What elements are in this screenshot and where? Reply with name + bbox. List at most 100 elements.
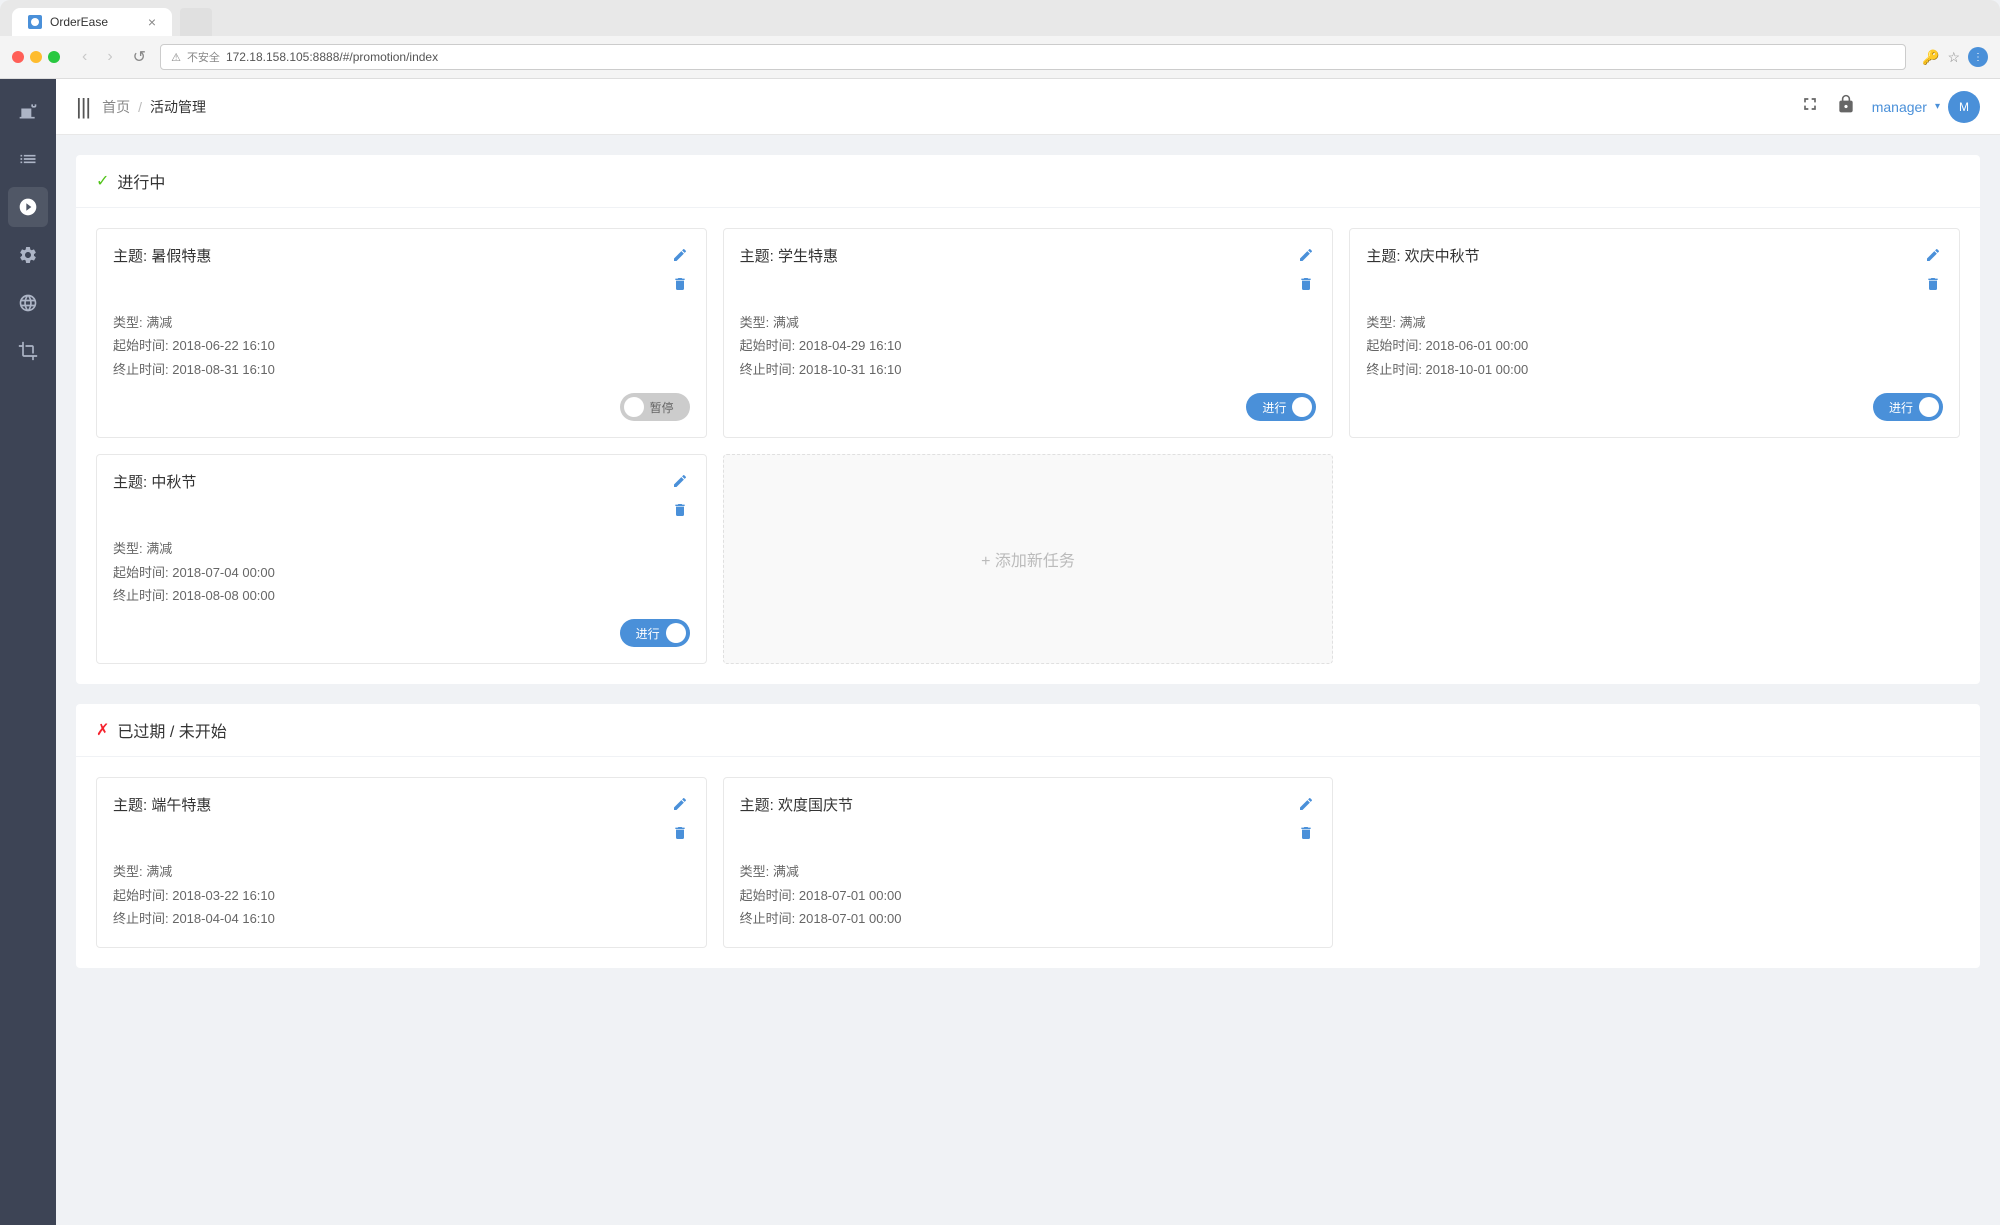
- card-dragon-boat-edit-button[interactable]: [670, 794, 690, 819]
- toggle-circle: [624, 397, 644, 417]
- lock-icon[interactable]: [1836, 94, 1856, 119]
- traffic-lights: [12, 51, 60, 63]
- key-icon[interactable]: 🔑: [1922, 49, 1939, 66]
- browser-tabs: OrderEase ×: [12, 8, 1988, 36]
- card-summer-sale-type: 类型: 满减: [113, 311, 690, 334]
- tab-favicon: [28, 15, 42, 29]
- breadcrumb-separator: /: [138, 99, 142, 115]
- card-dragon-boat: 主题: 端午特惠: [96, 777, 707, 947]
- sidebar-icon-globe[interactable]: [8, 283, 48, 323]
- card-mid-autumn2-toggle[interactable]: 进行: [620, 619, 690, 647]
- active-cards-grid: 主题: 暑假特惠: [96, 228, 1960, 664]
- card-student-sale-start: 起始时间: 2018-04-29 16:10: [740, 334, 1317, 357]
- card-student-sale-header: 主题: 学生特惠: [740, 245, 1317, 299]
- topbar-right: manager ▾ M: [1800, 91, 1980, 123]
- browser-actions: 🔑 ☆ ⋮: [1922, 47, 1988, 67]
- card-mid-autumn-title: 主题: 欢庆中秋节: [1366, 245, 1479, 266]
- card-national-day-type: 类型: 满减: [740, 860, 1317, 883]
- address-bar[interactable]: ⚠ 不安全 172.18.158.105:8888/#/promotion/in…: [160, 44, 1906, 70]
- sidebar: [0, 79, 56, 1225]
- card-mid-autumn-edit-button[interactable]: [1923, 245, 1943, 270]
- traffic-light-green[interactable]: [48, 51, 60, 63]
- sidebar-icon-coffee[interactable]: [8, 91, 48, 131]
- card-mid-autumn2-type: 类型: 满减: [113, 537, 690, 560]
- traffic-light-red[interactable]: [12, 51, 24, 63]
- card-dragon-boat-delete-button[interactable]: [670, 823, 690, 848]
- breadcrumb-current: 活动管理: [150, 97, 206, 117]
- forward-button[interactable]: ›: [101, 46, 118, 68]
- refresh-button[interactable]: ↺: [127, 45, 152, 69]
- card-mid-autumn-header: 主题: 欢庆中秋节: [1366, 245, 1943, 299]
- add-task-label: + 添加新任务: [981, 547, 1075, 571]
- tab-close-button[interactable]: ×: [148, 14, 156, 30]
- toggle-circle: [1292, 397, 1312, 417]
- active-section-title: 进行中: [117, 169, 165, 193]
- card-national-day-end: 终止时间: 2018-07-01 00:00: [740, 907, 1317, 930]
- card-student-sale-delete-button[interactable]: [1296, 274, 1316, 299]
- card-summer-sale-actions: [670, 245, 690, 299]
- card-national-day-edit-button[interactable]: [1296, 794, 1316, 819]
- card-mid-autumn-info: 类型: 满减 起始时间: 2018-06-01 00:00 终止时间: 2018…: [1366, 311, 1943, 381]
- insecure-label: 不安全: [187, 49, 220, 65]
- card-summer-sale: 主题: 暑假特惠: [96, 228, 707, 438]
- card-mid-autumn2-delete-button[interactable]: [670, 500, 690, 525]
- sidebar-icon-list[interactable]: [8, 139, 48, 179]
- card-dragon-boat-info: 类型: 满减 起始时间: 2018-03-22 16:10 终止时间: 2018…: [113, 860, 690, 930]
- sidebar-icon-promotion[interactable]: [8, 187, 48, 227]
- expired-section: ✗ 已过期 / 未开始 主题: 端午特惠: [76, 704, 1980, 967]
- card-mid-autumn2-edit-button[interactable]: [670, 471, 690, 496]
- active-section-body: 主题: 暑假特惠: [76, 208, 1980, 684]
- card-national-day-header: 主题: 欢度国庆节: [740, 794, 1317, 848]
- card-summer-sale-info: 类型: 满减 起始时间: 2018-06-22 16:10 终止时间: 2018…: [113, 311, 690, 381]
- card-mid-autumn2-actions: [670, 471, 690, 525]
- breadcrumb-home[interactable]: 首页: [102, 97, 130, 117]
- card-summer-sale-start: 起始时间: 2018-06-22 16:10: [113, 334, 690, 357]
- card-national-day-info: 类型: 满减 起始时间: 2018-07-01 00:00 终止时间: 2018…: [740, 860, 1317, 930]
- card-national-day-actions: [1296, 794, 1316, 848]
- expired-section-header: ✗ 已过期 / 未开始: [76, 704, 1980, 757]
- card-student-sale-toggle[interactable]: 进行: [1246, 393, 1316, 421]
- card-national-day: 主题: 欢度国庆节: [723, 777, 1334, 947]
- new-tab-button[interactable]: [180, 8, 212, 36]
- card-summer-sale-edit-button[interactable]: [670, 245, 690, 270]
- card-summer-sale-end: 终止时间: 2018-08-31 16:10: [113, 358, 690, 381]
- active-indicator: ✓: [96, 171, 109, 191]
- app-container: ||| 首页 / 活动管理 manager ▾ M: [0, 79, 2000, 1225]
- add-task-card[interactable]: + 添加新任务: [723, 454, 1334, 664]
- sidebar-icon-crop[interactable]: [8, 331, 48, 371]
- card-summer-sale-title: 主题: 暑假特惠: [113, 245, 211, 266]
- fullscreen-icon[interactable]: [1800, 94, 1820, 119]
- card-mid-autumn2-header: 主题: 中秋节: [113, 471, 690, 525]
- toggle-text-active: 进行: [630, 625, 666, 642]
- browser-tab-active[interactable]: OrderEase ×: [12, 8, 172, 36]
- dropdown-arrow-icon: ▾: [1935, 101, 1940, 112]
- sidebar-icon-wrench[interactable]: [8, 235, 48, 275]
- active-section-header: ✓ 进行中: [76, 155, 1980, 208]
- card-summer-sale-toggle[interactable]: 暂停: [620, 393, 690, 421]
- card-mid-autumn2: 主题: 中秋节: [96, 454, 707, 664]
- menu-toggle-icon[interactable]: |||: [76, 94, 90, 120]
- active-section: ✓ 进行中 主题: 暑假特惠: [76, 155, 1980, 684]
- toggle-text-active: 进行: [1256, 399, 1292, 416]
- card-mid-autumn-delete-button[interactable]: [1923, 274, 1943, 299]
- card-student-sale-footer: 进行: [740, 393, 1317, 421]
- card-student-sale: 主题: 学生特惠: [723, 228, 1334, 438]
- toggle-circle: [1919, 397, 1939, 417]
- card-mid-autumn-toggle[interactable]: 进行: [1873, 393, 1943, 421]
- card-mid-autumn2-footer: 进行: [113, 619, 690, 647]
- breadcrumb: 首页 / 活动管理: [102, 97, 206, 117]
- user-menu[interactable]: manager ▾ M: [1872, 91, 1980, 123]
- card-summer-sale-footer: 暂停: [113, 393, 690, 421]
- card-national-day-delete-button[interactable]: [1296, 823, 1316, 848]
- browser-chrome: OrderEase ×: [0, 0, 2000, 36]
- card-student-sale-edit-button[interactable]: [1296, 245, 1316, 270]
- card-summer-sale-delete-button[interactable]: [670, 274, 690, 299]
- card-mid-autumn-actions: [1923, 245, 1943, 299]
- card-mid-autumn-type: 类型: 满减: [1366, 311, 1943, 334]
- star-icon[interactable]: ☆: [1947, 49, 1960, 66]
- traffic-light-yellow[interactable]: [30, 51, 42, 63]
- menu-dots-icon[interactable]: ⋮: [1968, 47, 1988, 67]
- back-button[interactable]: ‹: [76, 46, 93, 68]
- user-avatar: M: [1948, 91, 1980, 123]
- card-dragon-boat-start: 起始时间: 2018-03-22 16:10: [113, 884, 690, 907]
